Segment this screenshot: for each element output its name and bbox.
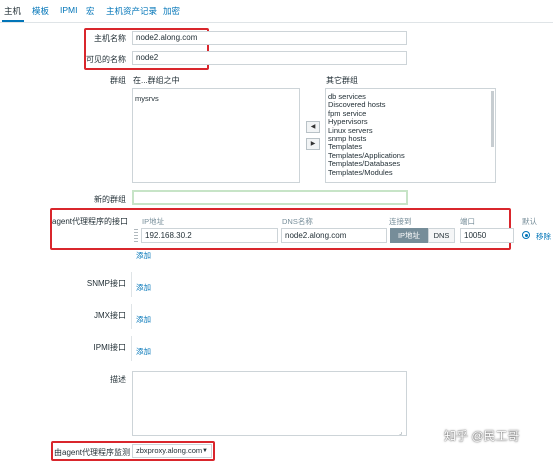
move-right-button[interactable]: ▶ bbox=[306, 138, 320, 150]
new-group-input[interactable] bbox=[132, 190, 408, 205]
agent-interface-label: agent代理程序的接口 bbox=[52, 217, 129, 226]
other-groups-label: 其它群组 bbox=[326, 76, 358, 85]
col-connect-header: 连接到 bbox=[389, 217, 412, 226]
connect-dns-toggle[interactable]: DNS bbox=[428, 228, 455, 243]
ipmi-interface-label: IPMI接口 bbox=[93, 343, 126, 352]
other-groups-list[interactable]: db services Discovered hosts fpm service… bbox=[325, 88, 496, 183]
description-label: 描述 bbox=[110, 375, 126, 384]
host-name-label: 主机名称 bbox=[94, 34, 126, 43]
monitored-by-select[interactable]: zbxproxy.along.com ▼ bbox=[132, 444, 212, 458]
watermark: 知乎 @民工哥 bbox=[444, 429, 520, 443]
col-dns-header: DNS名称 bbox=[282, 217, 313, 226]
resize-handle-icon[interactable]: ⌟ bbox=[399, 428, 402, 436]
agent-port-input[interactable]: 10050 bbox=[460, 228, 514, 243]
jmx-interface-label: JMX接口 bbox=[94, 311, 126, 320]
list-item[interactable]: mysrvs bbox=[133, 94, 299, 103]
chevron-down-icon: ▼ bbox=[202, 448, 208, 454]
visible-name-label: 可见的名称 bbox=[86, 55, 126, 64]
jmx-separator bbox=[131, 304, 132, 329]
ipmi-separator bbox=[131, 336, 132, 361]
in-groups-label: 在...群组之中 bbox=[133, 76, 180, 85]
add-jmx-interface-link[interactable]: 添加 bbox=[136, 314, 151, 325]
tab-bar: 主机 模板 IPMI 宏 主机资产记录 加密 bbox=[0, 0, 553, 23]
remove-interface-link[interactable]: 移除 bbox=[536, 231, 551, 242]
add-snmp-interface-link[interactable]: 添加 bbox=[136, 282, 151, 293]
agent-dns-input[interactable]: node2.along.com bbox=[281, 228, 387, 243]
connect-ip-toggle[interactable]: IP地址 bbox=[390, 228, 428, 243]
tab-templates[interactable]: 模板 bbox=[32, 5, 49, 17]
agent-ip-input[interactable]: 192.168.30.2 bbox=[141, 228, 278, 243]
add-agent-interface-link[interactable]: 添加 bbox=[136, 250, 151, 261]
new-group-label: 新的群组 bbox=[94, 195, 126, 204]
host-name-input[interactable]: node2.along.com bbox=[132, 31, 407, 45]
list-item[interactable]: Templates/Modules bbox=[326, 168, 495, 177]
col-ip-header: IP地址 bbox=[142, 217, 165, 226]
active-tab-indicator bbox=[2, 20, 24, 22]
in-groups-list[interactable]: mysrvs bbox=[132, 88, 300, 183]
tab-inventory[interactable]: 主机资产记录 bbox=[106, 5, 157, 17]
tab-macros[interactable]: 宏 bbox=[86, 5, 95, 17]
drag-handle-icon[interactable] bbox=[134, 229, 138, 242]
list-scrollbar[interactable] bbox=[491, 91, 494, 147]
monitored-by-value: zbxproxy.along.com bbox=[136, 446, 203, 455]
col-default-header: 默认 bbox=[522, 217, 537, 226]
description-textarea[interactable] bbox=[132, 371, 407, 436]
col-port-header: 端口 bbox=[460, 217, 475, 226]
default-radio[interactable] bbox=[522, 231, 530, 239]
groups-label: 群组 bbox=[110, 76, 126, 85]
snmp-interface-label: SNMP接口 bbox=[86, 279, 126, 288]
monitored-by-label: 由agent代理程序监测 bbox=[54, 448, 131, 457]
tab-encryption[interactable]: 加密 bbox=[163, 5, 180, 17]
move-left-button[interactable]: ◀ bbox=[306, 121, 320, 133]
tab-ipmi[interactable]: IPMI bbox=[60, 5, 77, 15]
visible-name-input[interactable]: node2 bbox=[132, 51, 407, 65]
snmp-separator bbox=[131, 272, 132, 297]
add-ipmi-interface-link[interactable]: 添加 bbox=[136, 346, 151, 357]
tab-host[interactable]: 主机 bbox=[4, 5, 21, 17]
